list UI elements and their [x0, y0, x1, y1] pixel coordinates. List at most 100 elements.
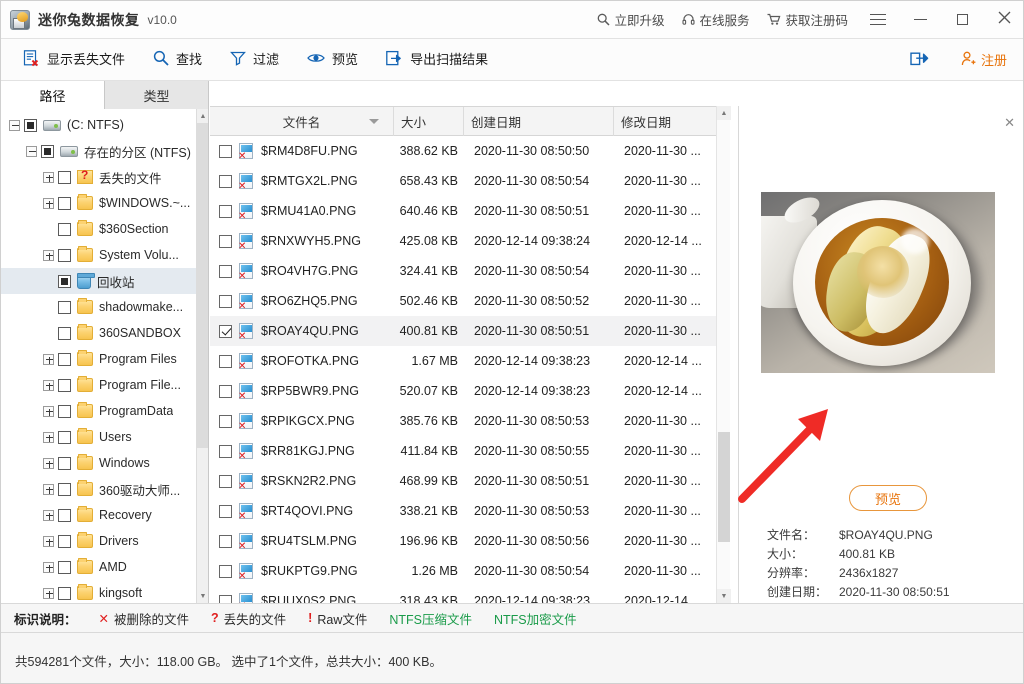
tree-node-checkbox[interactable] — [41, 144, 54, 158]
tree-node[interactable]: Program Files — [1, 346, 197, 372]
search-button[interactable]: 查找 — [139, 39, 216, 81]
table-row[interactable]: $RPIKGCX.PNG 385.76 KB 2020-11-30 08:50:53… — [210, 406, 730, 436]
file-list-rows[interactable]: $RM4D8FU.PNG 388.62 KB 2020-11-30 08:50:50… — [210, 136, 730, 603]
export-scan-result-button[interactable]: 导出扫描结果 — [372, 39, 502, 81]
tree-node[interactable]: $WINDOWS.~... — [1, 190, 197, 216]
row-checkbox[interactable] — [219, 564, 232, 578]
tree-node[interactable]: (C: NTFS) — [1, 112, 197, 138]
table-row[interactable]: $RR81KGJ.PNG 411.84 KB 2020-11-30 08:50:55… — [210, 436, 730, 466]
tree-node-checkbox[interactable] — [58, 274, 71, 288]
tree-node-checkbox[interactable] — [58, 248, 71, 262]
column-header-modified[interactable]: 修改日期 — [614, 107, 718, 136]
upgrade-button[interactable]: 立即升级 — [588, 1, 673, 39]
tree-node[interactable]: Drivers — [1, 528, 197, 554]
expand-icon[interactable] — [43, 509, 54, 521]
tree-node-checkbox[interactable] — [58, 482, 71, 496]
table-row[interactable]: $RMU41A0.PNG 640.46 KB 2020-11-30 08:50:51… — [210, 196, 730, 226]
table-row[interactable]: $ROAY4QU.PNG 400.81 KB 2020-11-30 08:50:51… — [210, 316, 730, 346]
tree-node[interactable]: 回收站 — [1, 268, 197, 294]
row-checkbox[interactable] — [219, 444, 232, 458]
row-checkbox[interactable] — [219, 264, 232, 278]
table-row[interactable]: $RUUX0S2.PNG 318.43 KB 2020-12-14 09:38:23… — [210, 586, 730, 603]
expand-icon[interactable] — [43, 171, 54, 183]
collapse-icon[interactable] — [9, 119, 20, 131]
table-row[interactable]: $RP5BWR9.PNG 520.07 KB 2020-12-14 09:38:23… — [210, 376, 730, 406]
tree-scroll-thumb[interactable] — [197, 123, 208, 448]
row-checkbox[interactable] — [219, 414, 232, 428]
online-service-button[interactable]: 在线服务 — [673, 1, 758, 39]
tree-node[interactable]: 存在的分区 (NTFS) — [1, 138, 197, 164]
file-list-scrollbar[interactable]: ▲ ▼ — [716, 106, 731, 603]
tree-node-checkbox[interactable] — [58, 326, 71, 340]
row-checkbox[interactable] — [219, 204, 232, 218]
share-button[interactable] — [896, 39, 943, 81]
expand-icon[interactable] — [43, 483, 54, 495]
expand-icon[interactable] — [43, 249, 54, 261]
tree-node-checkbox[interactable] — [58, 430, 71, 444]
column-header-created[interactable]: 创建日期 — [464, 107, 614, 136]
tree-scroll-up-icon[interactable]: ▲ — [197, 109, 208, 123]
preview-close-icon[interactable]: ✕ — [1004, 115, 1015, 131]
tree-node[interactable]: ProgramData — [1, 398, 197, 424]
tree-node[interactable]: 360驱动大师... — [1, 476, 197, 502]
row-checkbox[interactable] — [219, 294, 232, 308]
table-row[interactable]: $RMTGX2L.PNG 658.43 KB 2020-11-30 08:50:54… — [210, 166, 730, 196]
list-scroll-thumb[interactable] — [718, 432, 730, 542]
tree-node-checkbox[interactable] — [58, 508, 71, 522]
column-header-size[interactable]: 大小 — [394, 107, 464, 136]
tree-node-checkbox[interactable] — [58, 352, 71, 366]
table-row[interactable]: $RO4VH7G.PNG 324.41 KB 2020-11-30 08:50:54… — [210, 256, 730, 286]
tree-node-checkbox[interactable] — [24, 118, 37, 132]
expand-icon[interactable] — [43, 535, 54, 547]
table-row[interactable]: $RNXWYH5.PNG 425.08 KB 2020-12-14 09:38:24… — [210, 226, 730, 256]
tree-node[interactable]: Users — [1, 424, 197, 450]
collapse-icon[interactable] — [26, 145, 37, 157]
tree-node-checkbox[interactable] — [58, 300, 71, 314]
tree-node[interactable]: 360SANDBOX — [1, 320, 197, 346]
tree-node-checkbox[interactable] — [58, 560, 71, 574]
expand-icon[interactable] — [43, 197, 54, 209]
maximize-button[interactable] — [941, 1, 983, 39]
list-scroll-up-icon[interactable]: ▲ — [717, 106, 731, 120]
tree-node[interactable]: Windows — [1, 450, 197, 476]
tree-node-checkbox[interactable] — [58, 534, 71, 548]
expand-icon[interactable] — [43, 457, 54, 469]
tree-node[interactable]: Recovery — [1, 502, 197, 528]
table-row[interactable]: $RUKPTG9.PNG 1.26 MB 2020-11-30 08:50:54 20… — [210, 556, 730, 586]
tree-node-checkbox[interactable] — [58, 378, 71, 392]
expand-icon[interactable] — [43, 587, 54, 599]
close-button[interactable] — [983, 1, 1023, 39]
tree-node-checkbox[interactable] — [58, 456, 71, 470]
tree-node-checkbox[interactable] — [58, 404, 71, 418]
tab-type[interactable]: 类型 — [105, 81, 209, 109]
row-checkbox[interactable] — [219, 174, 232, 188]
tree-node[interactable]: kingsoft — [1, 580, 197, 603]
tree-node[interactable]: shadowmake... — [1, 294, 197, 320]
tree-node[interactable]: 丢失的文件 — [1, 164, 197, 190]
row-checkbox[interactable] — [219, 594, 232, 603]
column-header-filename[interactable]: 文件名 — [210, 107, 394, 136]
expand-icon[interactable] — [43, 353, 54, 365]
row-checkbox[interactable] — [219, 144, 232, 158]
preview-button[interactable]: 预览 — [293, 39, 372, 81]
row-checkbox[interactable] — [219, 234, 232, 248]
tree-scroll-down-icon[interactable]: ▼ — [197, 589, 208, 603]
table-row[interactable]: $ROFOTKA.PNG 1.67 MB 2020-12-14 09:38:23 20… — [210, 346, 730, 376]
tab-path[interactable]: 路径 — [1, 81, 105, 110]
tree-node[interactable]: Program File... — [1, 372, 197, 398]
list-scroll-down-icon[interactable]: ▼ — [717, 589, 731, 603]
table-row[interactable]: $RU4TSLM.PNG 196.96 KB 2020-11-30 08:50:56… — [210, 526, 730, 556]
directory-tree[interactable]: (C: NTFS) 存在的分区 (NTFS) 丢失的文件 $WINDOWS.~... $… — [1, 109, 197, 603]
minimize-button[interactable] — [899, 1, 941, 39]
expand-icon[interactable] — [43, 561, 54, 573]
register-button[interactable]: 注册 — [943, 39, 1023, 81]
table-row[interactable]: $RSKN2R2.PNG 468.99 KB 2020-11-30 08:50:51… — [210, 466, 730, 496]
tree-node-checkbox[interactable] — [58, 196, 71, 210]
expand-icon[interactable] — [43, 379, 54, 391]
tree-node[interactable]: System Volu... — [1, 242, 197, 268]
tree-node-checkbox[interactable] — [58, 222, 71, 236]
tree-node-checkbox[interactable] — [58, 586, 71, 600]
row-checkbox[interactable] — [219, 474, 232, 488]
row-checkbox[interactable] — [219, 324, 232, 338]
menu-button[interactable] — [857, 1, 899, 39]
